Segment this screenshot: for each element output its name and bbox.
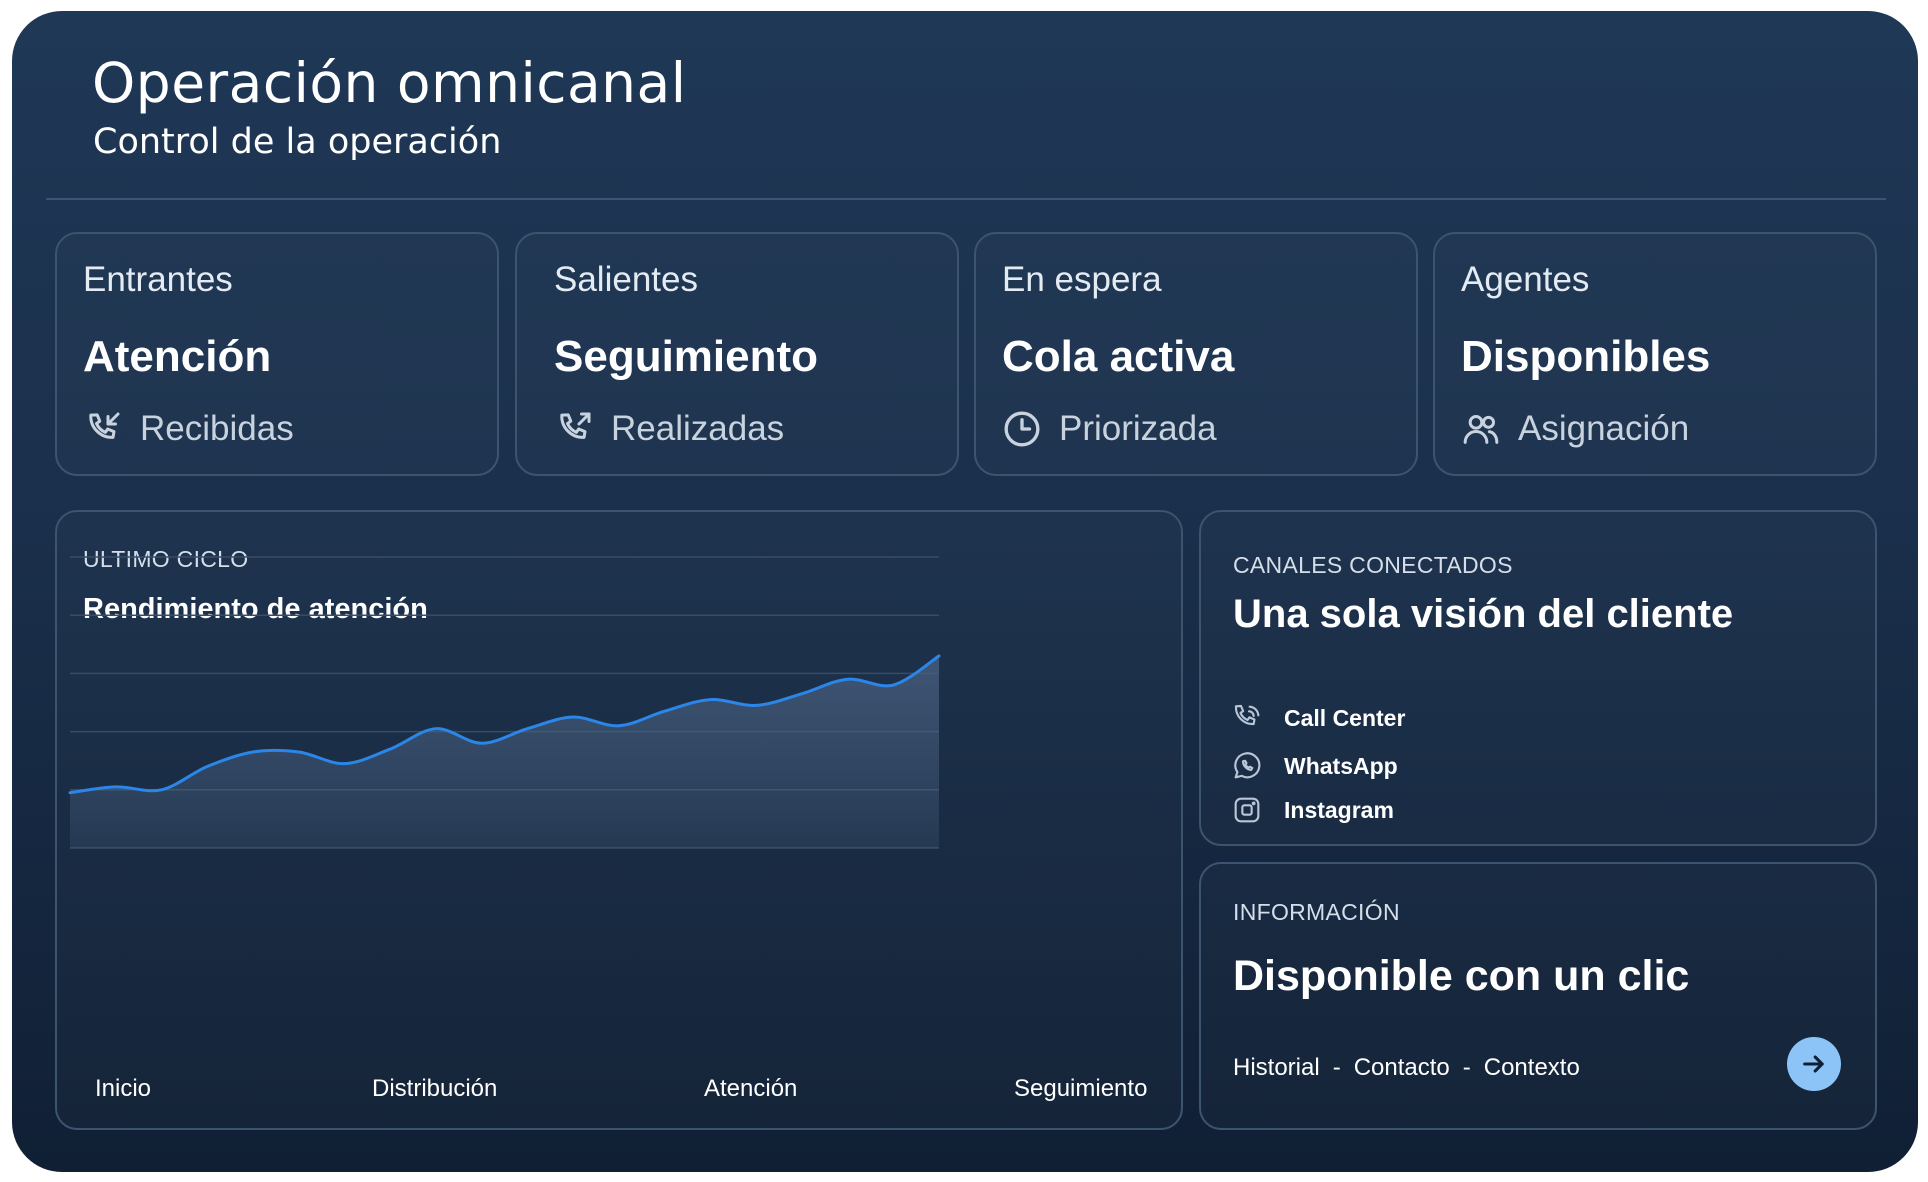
stat-category: Entrantes (83, 260, 233, 299)
users-icon (1463, 415, 1499, 444)
instagram-icon (1234, 797, 1260, 823)
info-link-contexto[interactable]: Contexto (1484, 1054, 1580, 1081)
stat-sub-label: Realizadas (611, 409, 785, 448)
channel-item-call-center[interactable]: Call Center (1231, 702, 1405, 734)
stat-card-agentes[interactable]: Agentes Disponibles Asignación (1433, 232, 1877, 476)
stat-sub-label: Priorizada (1059, 409, 1217, 448)
stat-category: Agentes (1461, 260, 1590, 299)
stat-title: Disponibles (1461, 332, 1711, 381)
dashboard-panel: Operación omnicanal Control de la operac… (12, 11, 1918, 1172)
phone-incoming-icon (89, 412, 120, 439)
phone-outgoing-icon (560, 412, 591, 439)
x-axis-label: Seguimiento (1014, 1075, 1148, 1102)
stat-sub: Asignación (1461, 409, 1689, 449)
stat-title: Atención (83, 332, 272, 381)
chart-eyebrow: ULTIMO CICLO (83, 546, 249, 572)
x-axis-label: Atención (704, 1075, 798, 1102)
channel-item-whatsapp[interactable]: WhatsApp (1231, 750, 1398, 782)
info-links: Historial - Contacto - Contexto (1233, 1054, 1580, 1082)
info-title: Disponible con un clic (1233, 952, 1690, 1000)
channel-label: Call Center (1284, 704, 1406, 731)
info-link-historial[interactable]: Historial (1233, 1054, 1320, 1081)
info-link-contacto[interactable]: Contacto (1354, 1054, 1450, 1081)
channels-eyebrow: CANALES CONECTADOS (1233, 552, 1513, 578)
open-info-button[interactable] (1787, 1037, 1841, 1091)
arrow-right-icon (1803, 1055, 1824, 1073)
channels-title: Una sola visión del cliente (1233, 592, 1734, 636)
stat-sub: Realizadas (554, 409, 784, 449)
info-eyebrow: INFORMACIÓN (1233, 899, 1400, 925)
stat-card-en-espera[interactable]: En espera Cola activa Priorizada (974, 232, 1418, 476)
channel-label: WhatsApp (1284, 752, 1398, 779)
clock-icon (1004, 411, 1040, 447)
info-card: INFORMACIÓN Disponible con un clic Histo… (1199, 862, 1877, 1130)
stat-sub: Priorizada (1002, 409, 1217, 449)
x-axis-label: Inicio (95, 1075, 152, 1102)
channel-label: Instagram (1284, 796, 1394, 823)
stat-title: Cola activa (1002, 332, 1235, 381)
stat-category: En espera (1002, 260, 1162, 299)
chart-title: Rendimiento de atención (83, 593, 428, 625)
x-axis-label: Distribución (372, 1075, 498, 1102)
phone-icon (1234, 704, 1260, 726)
stat-card-salientes[interactable]: Salientes Seguimiento Realizadas (515, 232, 959, 476)
stat-sub-label: Recibidas (140, 409, 294, 448)
page-title: Operación omnicanal (92, 51, 687, 115)
stat-category: Salientes (554, 260, 698, 299)
channels-card: CANALES CONECTADOS Una sola visión del c… (1199, 510, 1877, 846)
whatsapp-icon (1234, 752, 1261, 779)
stat-sub-label: Asignación (1518, 409, 1690, 448)
stat-title: Seguimiento (554, 332, 819, 381)
chart-card: ULTIMO CICLO Rendimiento de atención (55, 510, 1183, 1130)
channel-item-instagram[interactable]: Instagram (1231, 794, 1394, 826)
stat-card-entrantes[interactable]: Entrantes Atención Recibidas (55, 232, 499, 476)
link-separator: - (1332, 1054, 1341, 1081)
link-separator: - (1462, 1054, 1471, 1081)
page-subtitle: Control de la operación (93, 122, 502, 162)
stat-sub: Recibidas (83, 409, 294, 449)
header-divider (46, 198, 1886, 200)
